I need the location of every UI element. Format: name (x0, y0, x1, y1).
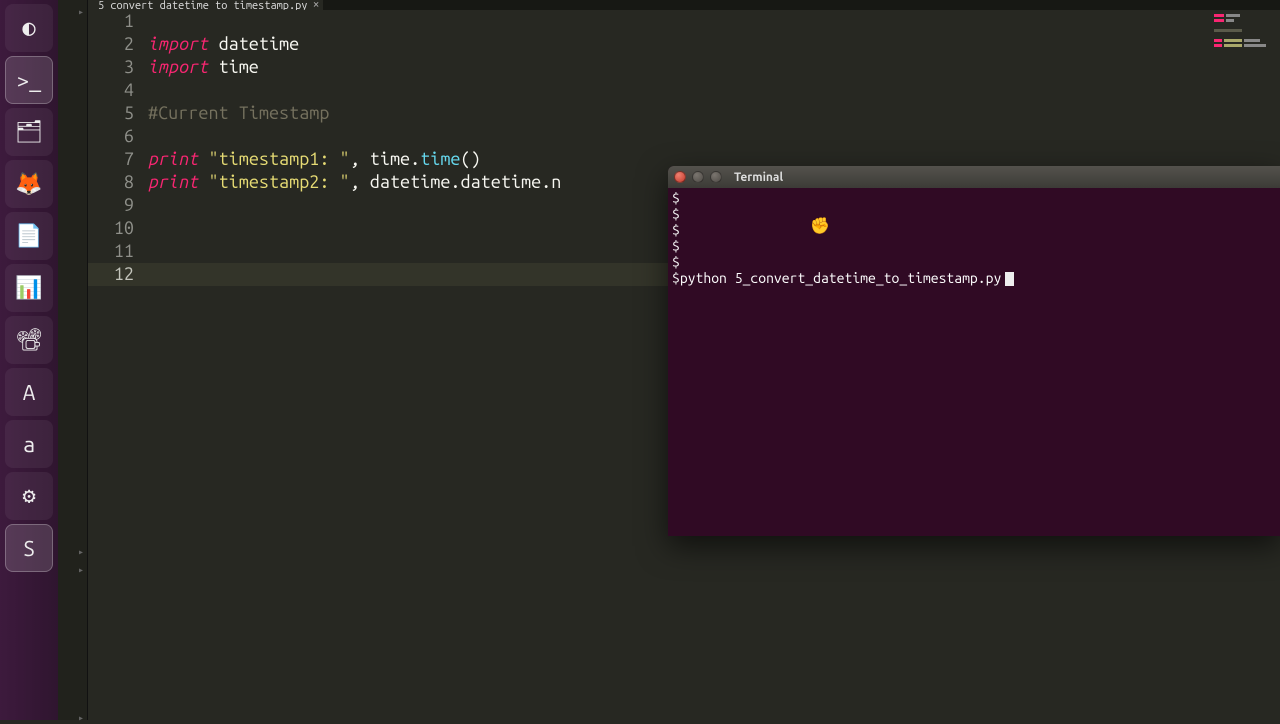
window-close-icon[interactable] (674, 171, 686, 183)
settings-icon[interactable]: ⚙ (5, 472, 53, 520)
line-number[interactable]: 4 (88, 79, 148, 102)
unity-launcher: ◐>_🗂🦊📄📊📽Aa⚙S (0, 0, 58, 720)
terminal-titlebar[interactable]: Terminal (668, 166, 1280, 188)
terminal-line: $ (672, 238, 1276, 254)
line-number[interactable]: 5 (88, 102, 148, 125)
sublime-icon[interactable]: S (5, 524, 53, 572)
window-maximize-icon[interactable] (710, 171, 722, 183)
tab-bar: 5_convert_datetime_to_timestamp.py × (88, 0, 1280, 10)
impress-icon[interactable]: 📽 (5, 316, 53, 364)
cursor-icon: ✊ (810, 216, 830, 235)
line-number[interactable]: 6 (88, 125, 148, 148)
terminal-icon[interactable]: >_ (5, 56, 53, 104)
terminal-command-line[interactable]: $python 5_convert_datetime_to_timestamp.… (672, 270, 1276, 286)
code-line[interactable]: import time (148, 56, 1280, 79)
terminal-line: $ (672, 222, 1276, 238)
code-line[interactable] (148, 79, 1280, 102)
line-number[interactable]: 7 (88, 148, 148, 171)
minimap[interactable] (1214, 14, 1274, 54)
terminal-title: Terminal (734, 171, 783, 184)
line-number[interactable]: 11 (88, 240, 148, 263)
code-line[interactable] (148, 125, 1280, 148)
writer-icon[interactable]: 📄 (5, 212, 53, 260)
line-number-gutter[interactable]: 123456789101112 (88, 10, 148, 286)
terminal-line: $ (672, 190, 1276, 206)
file-tab[interactable]: 5_convert_datetime_to_timestamp.py × (88, 0, 323, 10)
code-line[interactable] (148, 10, 1280, 33)
terminal-line: $ (672, 206, 1276, 222)
code-line[interactable]: import datetime (148, 33, 1280, 56)
close-icon[interactable]: × (313, 0, 320, 10)
amazon-icon[interactable]: a (5, 420, 53, 468)
line-number[interactable]: 9 (88, 194, 148, 217)
terminal-window[interactable]: Terminal $$$$$$python 5_convert_datetime… (668, 166, 1280, 536)
software-icon[interactable]: A (5, 368, 53, 416)
calc-icon[interactable]: 📊 (5, 264, 53, 312)
line-number[interactable]: 3 (88, 56, 148, 79)
code-line[interactable]: #Current Timestamp (148, 102, 1280, 125)
file-tab-label: 5_convert_datetime_to_timestamp.py (98, 0, 307, 10)
line-number[interactable]: 1 (88, 10, 148, 33)
firefox-icon[interactable]: 🦊 (5, 160, 53, 208)
line-number[interactable]: 12 (88, 263, 148, 286)
terminal-line: $ (672, 254, 1276, 270)
line-number[interactable]: 2 (88, 33, 148, 56)
terminal-body[interactable]: $$$$$$python 5_convert_datetime_to_times… (668, 188, 1280, 288)
line-number[interactable]: 10 (88, 217, 148, 240)
line-number[interactable]: 8 (88, 171, 148, 194)
files-icon[interactable]: 🗂 (5, 108, 53, 156)
sidebar-folder-strip[interactable]: ▸ ▸ ▸ ▸ (58, 0, 88, 720)
terminal-cursor (1005, 272, 1014, 286)
dash-icon[interactable]: ◐ (5, 4, 53, 52)
window-minimize-icon[interactable] (692, 171, 704, 183)
